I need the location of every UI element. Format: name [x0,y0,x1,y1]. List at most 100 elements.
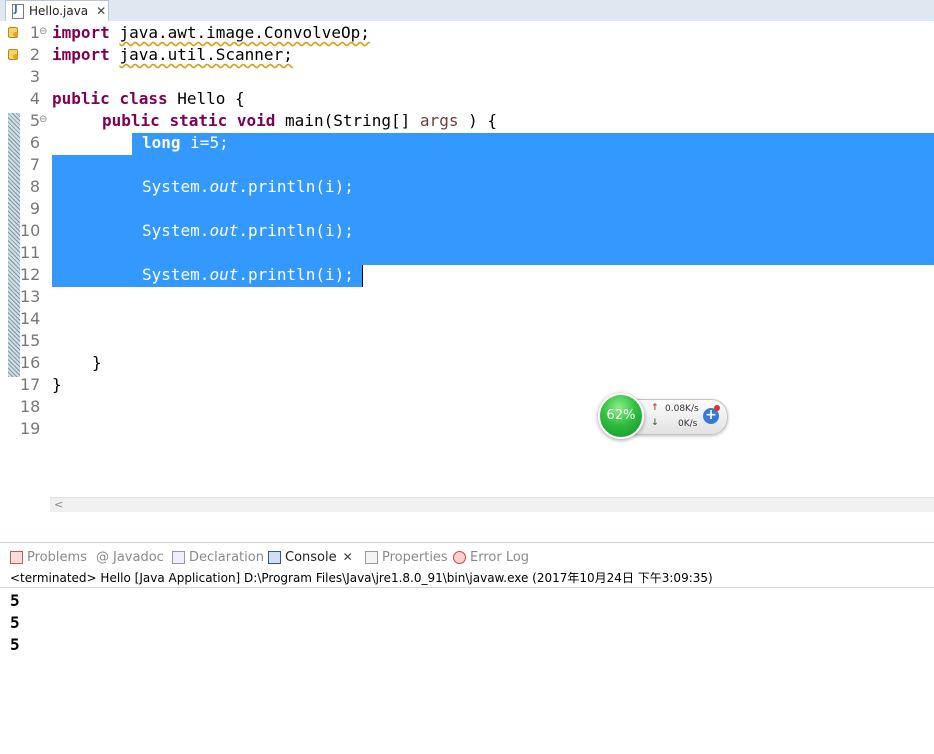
declaration-icon [172,550,185,564]
cpu-usage-ball[interactable]: 62% [598,393,644,439]
class-name: Hello { [177,89,245,108]
code-token: System. [142,177,210,196]
line-number: 11 [20,243,41,262]
annotation-ruler [0,21,20,517]
code-line-1: import java.awt.image.ConvolveOp; [52,22,370,44]
import-path: java.util.Scanner; [119,45,293,64]
download-arrow-icon: ↓ [651,418,659,428]
upload-speed: 0.08K/s [665,404,699,414]
warning-icon[interactable] [7,48,19,60]
code-editor[interactable]: 1 2 3 4 5 6 7 8 9 10 11 12 13 14 15 16 1… [0,21,934,517]
network-speed-widget[interactable]: ↑ 0.08K/s ↓ 0K/s 62% + [598,393,728,439]
notification-dot [714,405,720,411]
line-number: 17 [20,375,41,394]
static-field: out [209,221,239,240]
tab-declaration[interactable]: Declaration [172,547,264,567]
line-number: 4 [29,89,40,108]
line-number: 19 [20,419,41,438]
scroll-left-arrow-icon[interactable]: < [54,498,63,511]
upload-arrow-icon: ↑ [651,403,659,413]
tab-label: Javadoc [113,549,164,565]
code-line-4: public class Hello { [52,88,245,110]
tab-label: Console [285,549,337,565]
editor-tab-hello-java[interactable]: Hello.java ✕ [5,0,109,21]
line-number: 7 [29,155,40,174]
code-token: System. [142,221,210,240]
selection-highlight [52,155,934,265]
code-line-12: System.out.println(i); [142,264,354,286]
console-output-line: 5 [10,591,20,610]
keyword: class [119,89,168,108]
console-output-line: 5 [10,613,20,632]
console-status-line: <terminated> Hello [Java Application] D:… [0,568,934,588]
console-output[interactable]: 5 5 5 [10,590,20,656]
code-token: i=5; [190,133,229,152]
tab-label: Declaration [189,549,264,565]
console-output-line: 5 [10,635,20,654]
tab-javadoc[interactable]: @ Javadoc [96,547,164,567]
code-token: System. [142,265,210,284]
tab-console[interactable]: Console ✕ [268,547,353,567]
keyword: public [52,89,110,108]
download-speed: 0K/s [678,419,698,429]
code-line-5: public static void main(String[] args ) … [102,110,497,132]
text-caret [362,265,363,287]
method-signature: main(String[] [285,111,411,130]
tab-error-log[interactable]: Error Log [453,547,529,567]
line-number: 10 [20,221,41,240]
code-line-6: long i=5; [142,132,229,154]
keyword: long [142,133,181,152]
keyword: public [102,111,160,130]
tab-properties[interactable]: Properties [365,547,448,567]
line-number: 14 [20,309,41,328]
editor-tab-bar: Hello.java ✕ [0,0,934,22]
import-path: java.awt.image.ConvolveOp; [119,23,370,42]
tab-label: Error Log [470,549,530,565]
code-token: .println(i); [238,221,354,240]
problems-icon [10,550,23,564]
panel-tab-bar: Problems @ Javadoc Declaration Console ✕… [0,542,934,569]
line-number: 8 [29,177,40,196]
line-number: 12 [20,265,41,284]
parameter-name: args [419,111,459,130]
code-token: .println(i); [238,265,354,284]
close-icon[interactable]: ✕ [96,4,106,18]
error-log-icon [453,550,466,564]
line-number: 6 [29,133,40,152]
static-field: out [209,265,239,284]
close-icon[interactable]: ✕ [343,550,353,564]
fold-collapse-icon[interactable]: ⊖ [39,110,49,132]
line-number: 3 [29,67,40,86]
line-number: 16 [20,353,41,372]
static-field: out [209,177,239,196]
code-line-2: import java.util.Scanner; [52,44,293,66]
code-line-10: System.out.println(i); [142,220,354,242]
keyword: static [169,111,228,130]
code-line-17: } [52,375,62,394]
java-file-icon [12,3,24,19]
tab-problems[interactable]: Problems [10,547,87,567]
keyword: import [52,23,110,42]
tab-label: Properties [382,549,448,565]
change-marker-bar [8,113,20,377]
code-line-8: System.out.println(i); [142,176,354,198]
code-line-16: } [92,353,102,372]
line-number: 18 [20,397,41,416]
keyword: import [52,45,110,64]
code-token: ) { [468,111,497,130]
line-number: 13 [20,287,41,306]
properties-icon [365,550,378,564]
at-sign-icon: @ [96,549,109,565]
editor-tab-label: Hello.java [29,4,89,18]
keyword: void [236,111,276,130]
console-icon [268,550,281,564]
line-number: 9 [29,199,40,218]
code-text-area[interactable]: import java.awt.image.ConvolveOp; import… [50,21,934,517]
tab-label: Problems [27,549,87,565]
code-token: .println(i); [238,177,354,196]
warning-icon[interactable] [7,26,19,38]
selection-highlight [132,133,934,155]
line-number: 15 [20,331,41,350]
horizontal-scrollbar[interactable]: < [50,497,934,512]
fold-collapse-icon[interactable]: ⊖ [39,22,49,44]
